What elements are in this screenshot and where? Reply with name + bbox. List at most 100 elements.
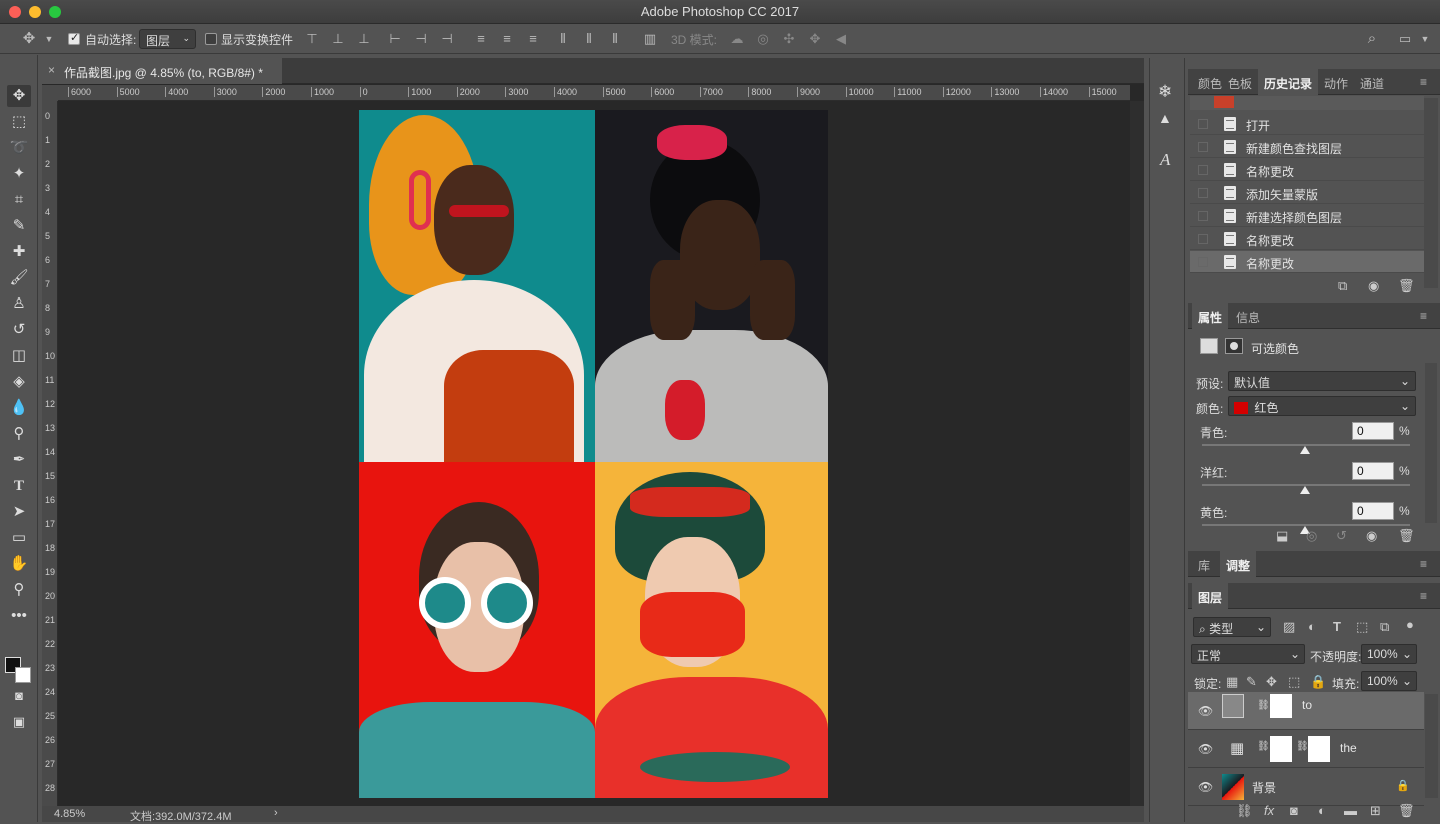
3d-rotate-icon[interactable]: ☁ — [730, 32, 744, 46]
vertical-scrollbar[interactable] — [1130, 101, 1144, 806]
close-tab-icon[interactable]: × — [48, 63, 55, 77]
marquee-tool-icon[interactable]: ⬚ — [7, 111, 31, 133]
panel-menu-icon[interactable]: ≡ — [1420, 557, 1432, 571]
pen-tool-icon[interactable]: ✒ — [7, 449, 31, 471]
add-mask-icon[interactable]: ◙ — [1290, 803, 1298, 818]
screen-mode-icon[interactable]: ▣ — [7, 711, 31, 733]
filter-adjustment-icon[interactable]: ◐ — [1308, 619, 1316, 634]
snapshot-camera-icon[interactable]: ◉ — [1368, 278, 1379, 294]
move-tool-icon[interactable]: ✥ — [7, 85, 31, 107]
layer-row-color-lookup[interactable]: 👁 ▦ ⛓ ⛓ the — [1188, 730, 1424, 768]
new-document-from-state-icon[interactable]: ⧉ — [1338, 278, 1347, 294]
lock-transparency-icon[interactable]: ▦ — [1226, 674, 1238, 690]
history-item[interactable]: 名称更改 — [1190, 228, 1424, 250]
vector-mask-thumbnail[interactable] — [1308, 736, 1330, 762]
clip-to-layer-icon[interactable]: ⬓ — [1276, 528, 1288, 544]
layer-name[interactable]: 背景 — [1252, 779, 1276, 796]
blend-mode-dropdown[interactable]: 正常 ⌄ — [1191, 644, 1305, 664]
ruler-origin[interactable] — [42, 85, 58, 101]
new-adjustment-layer-icon[interactable]: ◐ — [1318, 803, 1326, 818]
tab-layers[interactable]: 图层 — [1192, 583, 1229, 609]
stamp-tool-icon[interactable]: ♙ — [7, 293, 31, 315]
slider-thumb[interactable] — [1300, 446, 1310, 454]
zoom-level[interactable]: 4.85% — [54, 808, 85, 820]
layers-scrollbar[interactable] — [1425, 694, 1438, 798]
history-brush-source-box[interactable] — [1198, 142, 1208, 152]
distribute-bottom-icon[interactable]: ≡ — [526, 32, 540, 46]
properties-scrollbar[interactable] — [1425, 363, 1437, 523]
history-item[interactable]: 打开 — [1190, 113, 1424, 135]
history-brush-source-box[interactable] — [1198, 119, 1208, 129]
link-layers-icon[interactable]: ⛓ — [1236, 803, 1253, 819]
type-tool-icon[interactable]: T — [7, 475, 31, 497]
distribute-left-icon[interactable]: ⫴ — [556, 32, 570, 46]
tab-info[interactable]: 信息 — [1230, 303, 1266, 329]
chevron-down-icon[interactable]: ▼ — [42, 32, 56, 46]
tab-actions[interactable]: 动作 — [1318, 69, 1354, 95]
colors-dropdown[interactable]: 红色 ⌄ — [1228, 396, 1416, 416]
auto-select-dropdown[interactable]: 图层 ⌄ — [139, 29, 196, 49]
filter-type-icon[interactable]: T — [1333, 619, 1341, 634]
slider-value-field[interactable]: 0 — [1352, 422, 1394, 440]
history-item[interactable]: 新建颜色查找图层 — [1190, 136, 1424, 158]
paint-bucket-tool-icon[interactable]: ◈ — [7, 371, 31, 393]
mask-icon[interactable] — [1225, 338, 1243, 354]
preset-dropdown[interactable]: 默认值 ⌄ — [1228, 371, 1416, 391]
tab-adjustments[interactable]: 调整 — [1220, 551, 1257, 577]
lock-position-icon[interactable]: ✥ — [1266, 674, 1277, 690]
history-brush-source-box[interactable] — [1198, 165, 1208, 175]
more-tools-icon[interactable]: ••• — [7, 605, 31, 627]
filter-shape-icon[interactable]: ⬚ — [1356, 619, 1368, 635]
brush-presets-icon[interactable]: ▲ — [1158, 110, 1172, 126]
new-layer-icon[interactable]: ⊞ — [1370, 803, 1381, 819]
slider-value-field[interactable]: 0 — [1352, 502, 1394, 520]
align-right-icon[interactable]: ⊣ — [440, 32, 454, 46]
blur-tool-icon[interactable]: 💧 — [7, 397, 31, 419]
history-brush-tool-icon[interactable]: ↺ — [7, 319, 31, 341]
slider-value-field[interactable]: 0 — [1352, 462, 1394, 480]
chain-link-icon[interactable]: ⛓ — [1257, 741, 1270, 752]
character-panel-icon[interactable]: A — [1160, 150, 1170, 170]
layer-mask-thumbnail[interactable] — [1270, 694, 1292, 718]
distribute-hcenter-icon[interactable]: ⫴ — [582, 32, 596, 46]
brush-settings-icon[interactable]: ❄ — [1158, 82, 1172, 102]
background-color-swatch[interactable] — [15, 667, 31, 683]
search-icon[interactable]: ⌕ — [1365, 31, 1379, 46]
chain-link-icon[interactable]: ⛓ — [1296, 741, 1309, 752]
auto-select-checkbox[interactable] — [68, 31, 80, 45]
move-tool-preset-icon[interactable]: ✥ — [22, 31, 36, 46]
layer-mask-thumbnail[interactable] — [1270, 736, 1292, 762]
canvas-image[interactable] — [359, 110, 828, 798]
history-brush-source-box[interactable] — [1198, 211, 1208, 221]
3d-scale-icon[interactable]: ◀ — [834, 32, 848, 46]
3d-drag-icon[interactable]: ✣ — [782, 32, 796, 46]
panel-menu-icon[interactable]: ≡ — [1420, 75, 1432, 89]
3d-slide-icon[interactable]: ✥ — [808, 32, 822, 46]
history-snapshot[interactable] — [1190, 96, 1424, 110]
fill-field[interactable]: 100% ⌄ — [1361, 671, 1417, 691]
distribute-right-icon[interactable]: ⫴ — [608, 32, 622, 46]
brush-tool-icon[interactable]: 🖌 — [7, 267, 31, 289]
document-tab[interactable]: × 作品截图.jpg @ 4.85% (to, RGB/8#) * — [42, 58, 282, 84]
horizontal-ruler[interactable]: 6000 5000 4000 3000 2000 1000 0 1000 2000 3000 400… — [58, 85, 1130, 101]
lasso-tool-icon[interactable]: ➰ — [7, 137, 31, 159]
eyedropper-tool-icon[interactable]: ✎ — [7, 215, 31, 237]
auto-align-icon[interactable]: ▥ — [643, 32, 657, 46]
panel-menu-icon[interactable]: ≡ — [1420, 309, 1432, 323]
lock-artboard-icon[interactable]: ⬚ — [1288, 674, 1300, 690]
eraser-tool-icon[interactable]: ◫ — [7, 345, 31, 367]
healing-brush-tool-icon[interactable]: ✚ — [7, 241, 31, 263]
distribute-vcenter-icon[interactable]: ≡ — [500, 32, 514, 46]
layer-name[interactable]: to — [1302, 698, 1312, 712]
lock-pixels-icon[interactable]: ✎ — [1246, 674, 1257, 690]
tab-history[interactable]: 历史记录 — [1258, 69, 1319, 95]
vertical-ruler[interactable]: 0 1 2 3 4 5 6 7 8 9 10 11 12 13 14 15 16 17 18 19 20 21 22 23 24… — [42, 101, 58, 806]
layer-visibility-eye-icon[interactable]: 👁 — [1198, 742, 1213, 756]
tab-swatches[interactable]: 色板 — [1222, 69, 1258, 95]
align-hcenter-icon[interactable]: ⊣ — [414, 32, 428, 46]
history-brush-source-box[interactable] — [1198, 188, 1208, 198]
chevron-down-icon[interactable]: ▼ — [1418, 32, 1432, 46]
layer-visibility-eye-icon[interactable]: 👁 — [1198, 704, 1213, 718]
dodge-tool-icon[interactable]: ⚲ — [7, 423, 31, 445]
layer-row-selective-color[interactable]: 👁 ⛓ to — [1188, 692, 1424, 730]
